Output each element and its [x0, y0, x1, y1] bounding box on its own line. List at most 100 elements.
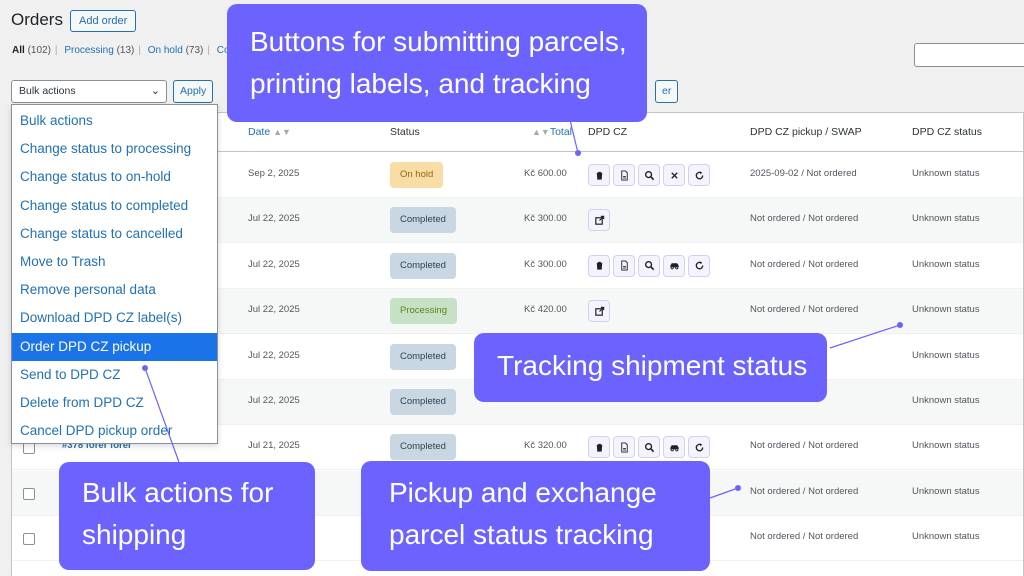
order-date: Jul 21, 2025 [248, 440, 300, 452]
refresh-icon[interactable] [688, 254, 710, 277]
dpd-actions [588, 254, 710, 277]
bulk-menu-item[interactable]: Move to Trash [12, 248, 217, 276]
column-total[interactable]: ▲▼Total [532, 126, 572, 138]
bulk-menu-item[interactable]: Cancel DPD pickup order [12, 417, 217, 445]
bulk-menu-item[interactable]: Change status to on-hold [12, 163, 217, 191]
dpd-status: Unknown status [912, 395, 980, 406]
dpd-actions [588, 209, 610, 232]
order-total: Kč 320.00 [524, 440, 567, 452]
dpd-status: Unknown status [912, 349, 980, 361]
status-filters: All (102) | Processing (13) | On hold (73)… [12, 45, 233, 56]
column-dpd-cz: DPD CZ [588, 126, 628, 138]
bulk-menu-item[interactable]: Change status to cancelled [12, 220, 217, 248]
callout-bulk-line1: Bulk actions for [82, 477, 274, 508]
callout-pickup: Pickup and exchange parcel status tracki… [361, 461, 710, 571]
column-pickup: DPD CZ pickup / SWAP [750, 126, 862, 138]
dpd-status: Unknown status [912, 213, 980, 225]
bulk-menu-item[interactable]: Change status to completed [12, 192, 217, 220]
dpd-status: Unknown status [912, 531, 980, 543]
page-title: Orders [11, 10, 63, 29]
callout-buttons-line2: printing labels, and tracking [250, 68, 591, 99]
bulk-menu-item[interactable]: Order DPD CZ pickup [12, 332, 217, 361]
callout-bulk: Bulk actions for shipping [59, 462, 315, 570]
order-date: Jul 22, 2025 [248, 213, 300, 225]
column-dpd-status: DPD CZ status [912, 126, 983, 138]
order-date: Jul 22, 2025 [248, 349, 300, 361]
status-badge: Completed [390, 207, 456, 234]
status-badge: Completed [390, 389, 456, 415]
filter-on-hold[interactable]: On hold [148, 45, 183, 56]
bulk-actions-menu: Bulk actions Change status to processing C… [11, 104, 218, 444]
bulk-actions-select[interactable]: Bulk actions ⌄ [11, 80, 167, 103]
bulk-menu-item[interactable]: Bulk actions [12, 107, 217, 135]
row-checkbox[interactable] [23, 487, 35, 500]
callout-pickup-line2: parcel status tracking [389, 519, 654, 550]
callout-tracking-text: Tracking shipment status [497, 350, 808, 381]
bulk-menu-item[interactable]: Remove personal data [12, 276, 217, 304]
dpd-status: Unknown status [912, 485, 980, 497]
order-total: Kč 300.00 [524, 213, 567, 225]
dpd-status: Unknown status [912, 258, 980, 270]
search-icon[interactable] [638, 436, 660, 459]
filter-all[interactable]: All [12, 45, 25, 56]
send-icon[interactable] [588, 209, 610, 232]
dpd-actions [588, 164, 710, 186]
order-total: Kč 600.00 [524, 168, 567, 179]
row-checkbox[interactable] [23, 533, 35, 546]
chevron-down-icon: ⌄ [150, 85, 160, 97]
dpd-status: Unknown status [912, 304, 980, 316]
trash-icon[interactable] [588, 164, 610, 186]
trash-icon[interactable] [588, 436, 610, 459]
apply-button[interactable]: Apply [173, 80, 214, 103]
status-badge: Processing [390, 298, 457, 325]
car-icon[interactable] [663, 254, 685, 277]
column-date[interactable]: Date ▲▼ [248, 126, 291, 138]
order-date: Jul 22, 2025 [248, 395, 300, 406]
column-status: Status [390, 126, 420, 138]
filter-processing[interactable]: Processing [64, 45, 113, 56]
search-icon[interactable] [638, 254, 660, 277]
search-input[interactable] [914, 43, 1024, 67]
callout-tracking: Tracking shipment status [474, 333, 828, 402]
status-badge: Completed [390, 252, 456, 279]
filter-button[interactable]: er [655, 80, 679, 103]
status-badge: Completed [390, 434, 456, 461]
callout-bulk-line2: shipping [82, 519, 187, 550]
order-total: Kč 420.00 [524, 304, 567, 316]
callout-buttons-line1: Buttons for submitting parcels, [250, 26, 627, 57]
close-icon[interactable] [663, 164, 685, 186]
dpd-actions [588, 300, 610, 323]
dpd-actions [588, 436, 710, 459]
label-icon[interactable] [613, 164, 635, 186]
bulk-menu-item[interactable]: Delete from DPD CZ [12, 389, 217, 417]
refresh-icon[interactable] [688, 436, 710, 459]
bulk-actions-value: Bulk actions [19, 85, 76, 97]
pickup-status: Not ordered / Not ordered [750, 440, 859, 452]
label-icon[interactable] [613, 254, 635, 277]
pickup-status: Not ordered / Not ordered [750, 485, 859, 497]
order-date: Sep 2, 2025 [248, 168, 300, 179]
search-icon[interactable] [638, 164, 660, 186]
send-icon[interactable] [588, 300, 610, 323]
pickup-status: 2025-09-02 / Not ordered [750, 168, 857, 179]
add-order-button[interactable]: Add order [70, 10, 137, 32]
dpd-status: Unknown status [912, 168, 980, 179]
callout-buttons: Buttons for submitting parcels, printing… [227, 4, 647, 122]
pickup-status: Not ordered / Not ordered [750, 258, 859, 270]
bulk-menu-item[interactable]: Download DPD CZ label(s) [12, 304, 217, 332]
pickup-status: Not ordered / Not ordered [750, 304, 859, 316]
pickup-status: Not ordered / Not ordered [750, 213, 859, 225]
refresh-icon[interactable] [688, 164, 710, 186]
order-date: Jul 22, 2025 [248, 304, 300, 316]
pickup-status: Not ordered / Not ordered [750, 531, 859, 543]
trash-icon[interactable] [588, 254, 610, 277]
order-date: Jul 22, 2025 [248, 258, 300, 270]
status-badge: Completed [390, 343, 456, 370]
bulk-menu-item[interactable]: Change status to processing [12, 135, 217, 163]
dpd-status: Unknown status [912, 440, 980, 452]
car-icon[interactable] [663, 436, 685, 459]
bulk-menu-item[interactable]: Send to DPD CZ [12, 361, 217, 389]
status-badge: On hold [390, 162, 444, 188]
order-total: Kč 300.00 [524, 258, 567, 270]
label-icon[interactable] [613, 436, 635, 459]
